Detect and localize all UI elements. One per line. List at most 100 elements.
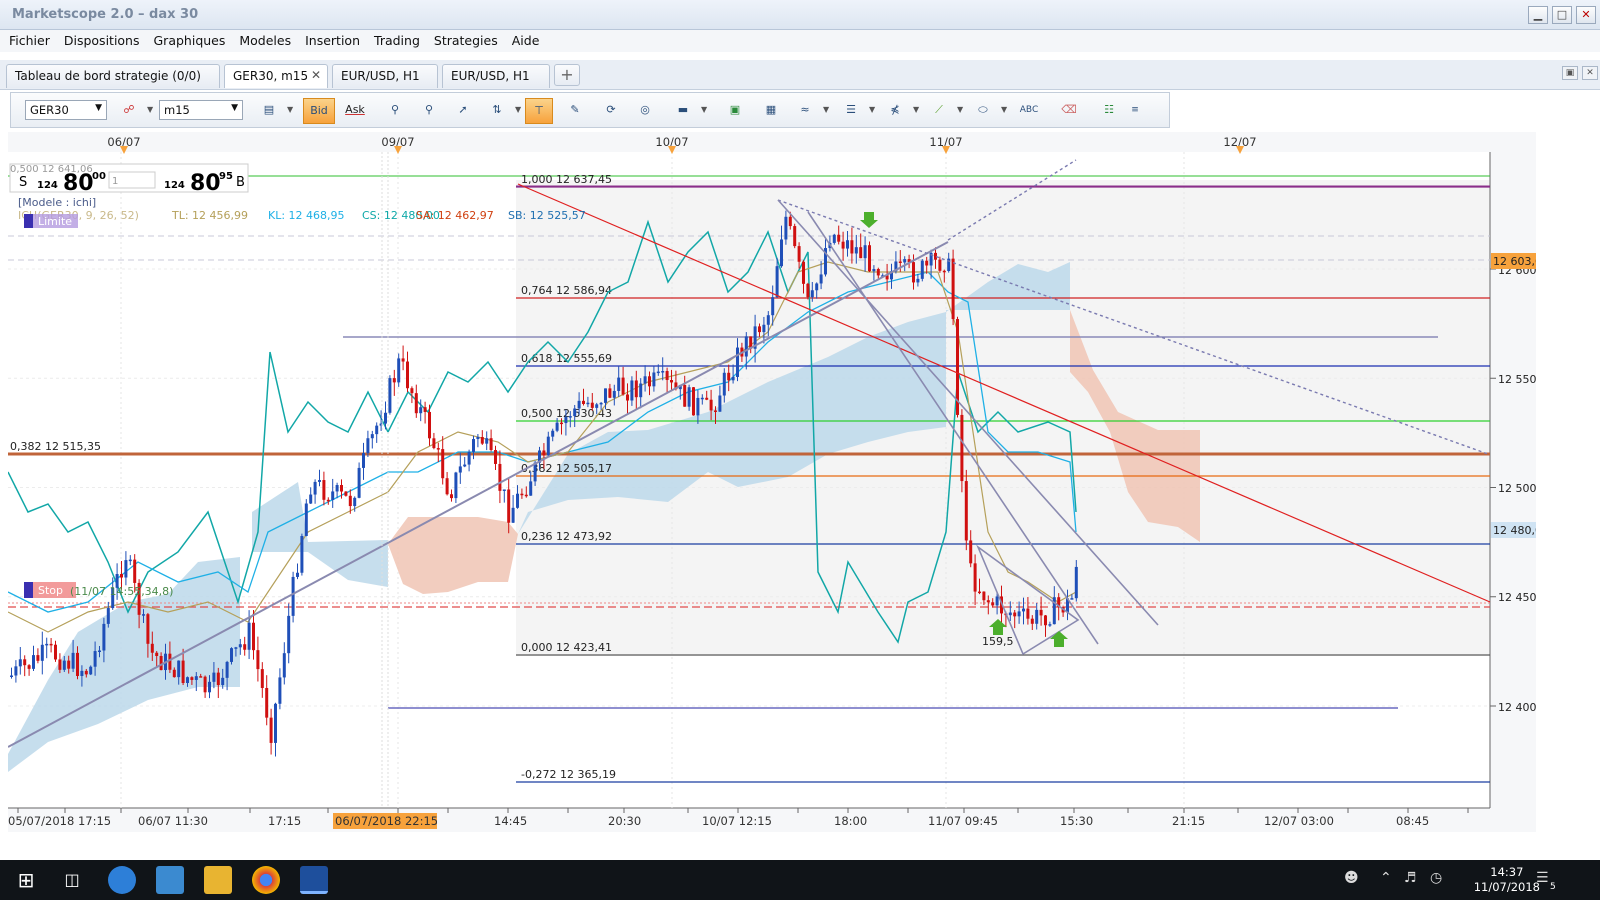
candle-body (353, 497, 357, 507)
candle-body (806, 283, 810, 298)
chevron-up-icon[interactable]: ⌃ (1380, 870, 1392, 886)
menu-aide[interactable]: Aide (505, 30, 547, 51)
menu-modeles[interactable]: Modeles (232, 30, 298, 51)
compare-icon[interactable]: ☍ (115, 98, 143, 124)
calculator-icon[interactable]: ▦ (757, 98, 785, 124)
stop-detail: (11/07 14:55,34,8) (70, 585, 173, 598)
tab-ger30[interactable]: GER30, m15 ✕ (224, 64, 328, 88)
clock[interactable]: 14:37 11/07/2018 (1474, 865, 1540, 895)
limit-order-handle[interactable] (24, 214, 33, 228)
text-tool-icon[interactable]: ABC (1015, 98, 1043, 124)
chevron-down-icon[interactable]: ▼ (701, 105, 707, 114)
tab-eurusd-2[interactable]: EUR/USD, H1 (442, 64, 550, 88)
refresh-icon[interactable]: ⟳ (597, 98, 625, 124)
tab-restore-button[interactable]: ▣ (1562, 66, 1578, 80)
quote-box[interactable]: 0,500 12 641,06 S 124 80 00 1 124 80 95 … (9, 163, 249, 196)
candle-body (758, 326, 761, 333)
trendline-icon[interactable]: ⟋ (925, 98, 953, 124)
timeframe-select[interactable]: m15 ▼ (159, 100, 243, 120)
add-tab-button[interactable]: + (554, 64, 580, 86)
wifi-icon[interactable]: ◷ (1430, 870, 1442, 886)
crosshair-icon[interactable]: ⊤ (525, 98, 553, 124)
candle-body (467, 451, 471, 465)
hierarchy-icon[interactable]: ☷ (1095, 98, 1123, 124)
bid-button[interactable]: Bid (303, 98, 335, 124)
eraser-icon[interactable]: ⌫ (1055, 98, 1083, 124)
folder-icon[interactable] (204, 866, 232, 894)
candle-body (291, 576, 295, 616)
task-view-icon[interactable]: ◫ (58, 866, 86, 894)
candle-body (854, 247, 858, 254)
buy-price-small[interactable]: 124 (164, 180, 185, 191)
menu-trading[interactable]: Trading (367, 30, 427, 51)
close-button[interactable]: ✕ (1576, 6, 1596, 24)
tab-close-button[interactable]: ✕ (1582, 66, 1598, 80)
notification-icon[interactable]: ☰ (1536, 870, 1549, 886)
candle-body (542, 450, 546, 456)
candle-body (313, 481, 317, 495)
chevron-down-icon[interactable]: ▼ (869, 105, 875, 114)
candle-body (472, 439, 475, 452)
price-tick: 12 450 (1498, 591, 1536, 604)
price-chart[interactable]: 1,000 12 637,45 0,764 12 586,94 0,618 12 5… (8, 132, 1536, 832)
chevron-down-icon[interactable]: ▼ (287, 105, 293, 114)
minimize-button[interactable]: ▁ (1528, 6, 1548, 24)
ask-button[interactable]: Ask (339, 98, 371, 124)
candle-body (375, 425, 379, 435)
symbol-select[interactable]: GER30 ▼ (25, 100, 107, 120)
chevron-down-icon[interactable]: ▼ (515, 105, 521, 114)
chevron-down-icon[interactable]: ▼ (913, 105, 919, 114)
maximize-button[interactable]: □ (1552, 6, 1572, 24)
chevron-down-icon[interactable]: ▼ (1001, 105, 1007, 114)
candle-body (93, 651, 97, 667)
zoom-out-icon[interactable]: ⚲ (415, 98, 443, 124)
menu-graphiques[interactable]: Graphiques (147, 30, 233, 51)
sell-price-big[interactable]: 80 (63, 171, 94, 196)
candle-body (309, 494, 313, 504)
menu-strategies[interactable]: Strategies (427, 30, 505, 51)
candle-body (982, 591, 986, 601)
chevron-down-icon[interactable]: ▼ (957, 105, 963, 114)
tab-strategy-dashboard[interactable]: Tableau de bord strategie (0/0) (6, 64, 220, 88)
zoom-in-icon[interactable]: ⚲ (381, 98, 409, 124)
ruler-icon[interactable]: ▬ (669, 98, 697, 124)
buy-price-big[interactable]: 80 (190, 171, 221, 196)
chrome-icon[interactable] (252, 866, 280, 894)
candle-body (722, 372, 726, 396)
chart-area[interactable]: 1,000 12 637,45 0,764 12 586,94 0,618 12 5… (8, 132, 1536, 832)
menu-fichier[interactable]: Fichier (2, 30, 57, 51)
pointer-icon[interactable]: ➚ (449, 98, 477, 124)
candle-body (423, 407, 427, 412)
lines-icon[interactable]: ☰ (837, 98, 865, 124)
candle-body (832, 234, 836, 243)
image-icon[interactable]: ▣ (721, 98, 749, 124)
ellipse-icon[interactable]: ⬭ (969, 98, 997, 124)
close-icon[interactable]: ✕ (311, 68, 321, 82)
menu-insertion[interactable]: Insertion (298, 30, 367, 51)
candle-body (67, 660, 71, 669)
stop-order[interactable]: Stop (11/07 14:55,34,8) (24, 582, 173, 598)
candle-body (863, 245, 867, 259)
globe-icon[interactable]: ◎ (631, 98, 659, 124)
contacts-icon[interactable] (156, 866, 184, 894)
chevron-down-icon[interactable]: ▼ (823, 105, 829, 114)
stop-order-handle[interactable] (24, 582, 33, 598)
menu-dispositions[interactable]: Dispositions (57, 30, 147, 51)
scale-icon[interactable]: ⇅ (483, 98, 511, 124)
chart-type-icon[interactable]: ▤ (255, 98, 283, 124)
candle-body (397, 358, 401, 383)
fan-icon[interactable]: ⋠ (881, 98, 909, 124)
people-icon[interactable]: ☻ (1344, 870, 1359, 886)
tab-eurusd-1[interactable]: EUR/USD, H1 (332, 64, 438, 88)
app-icon[interactable] (108, 866, 136, 894)
start-icon[interactable]: ⊞ (12, 866, 40, 894)
candle-body (788, 216, 792, 227)
chevron-down-icon[interactable]: ▼ (147, 105, 153, 114)
sell-price-small[interactable]: 124 (37, 180, 58, 191)
marketscope-icon[interactable] (300, 866, 328, 894)
volume-icon[interactable]: ♬ (1404, 870, 1417, 886)
toolbar-overflow-icon[interactable]: ≡ (1127, 98, 1143, 124)
edit-chart-icon[interactable]: ✎ (561, 98, 589, 124)
candle-body (766, 315, 770, 325)
indicator-icon[interactable]: ≈ (791, 98, 819, 124)
